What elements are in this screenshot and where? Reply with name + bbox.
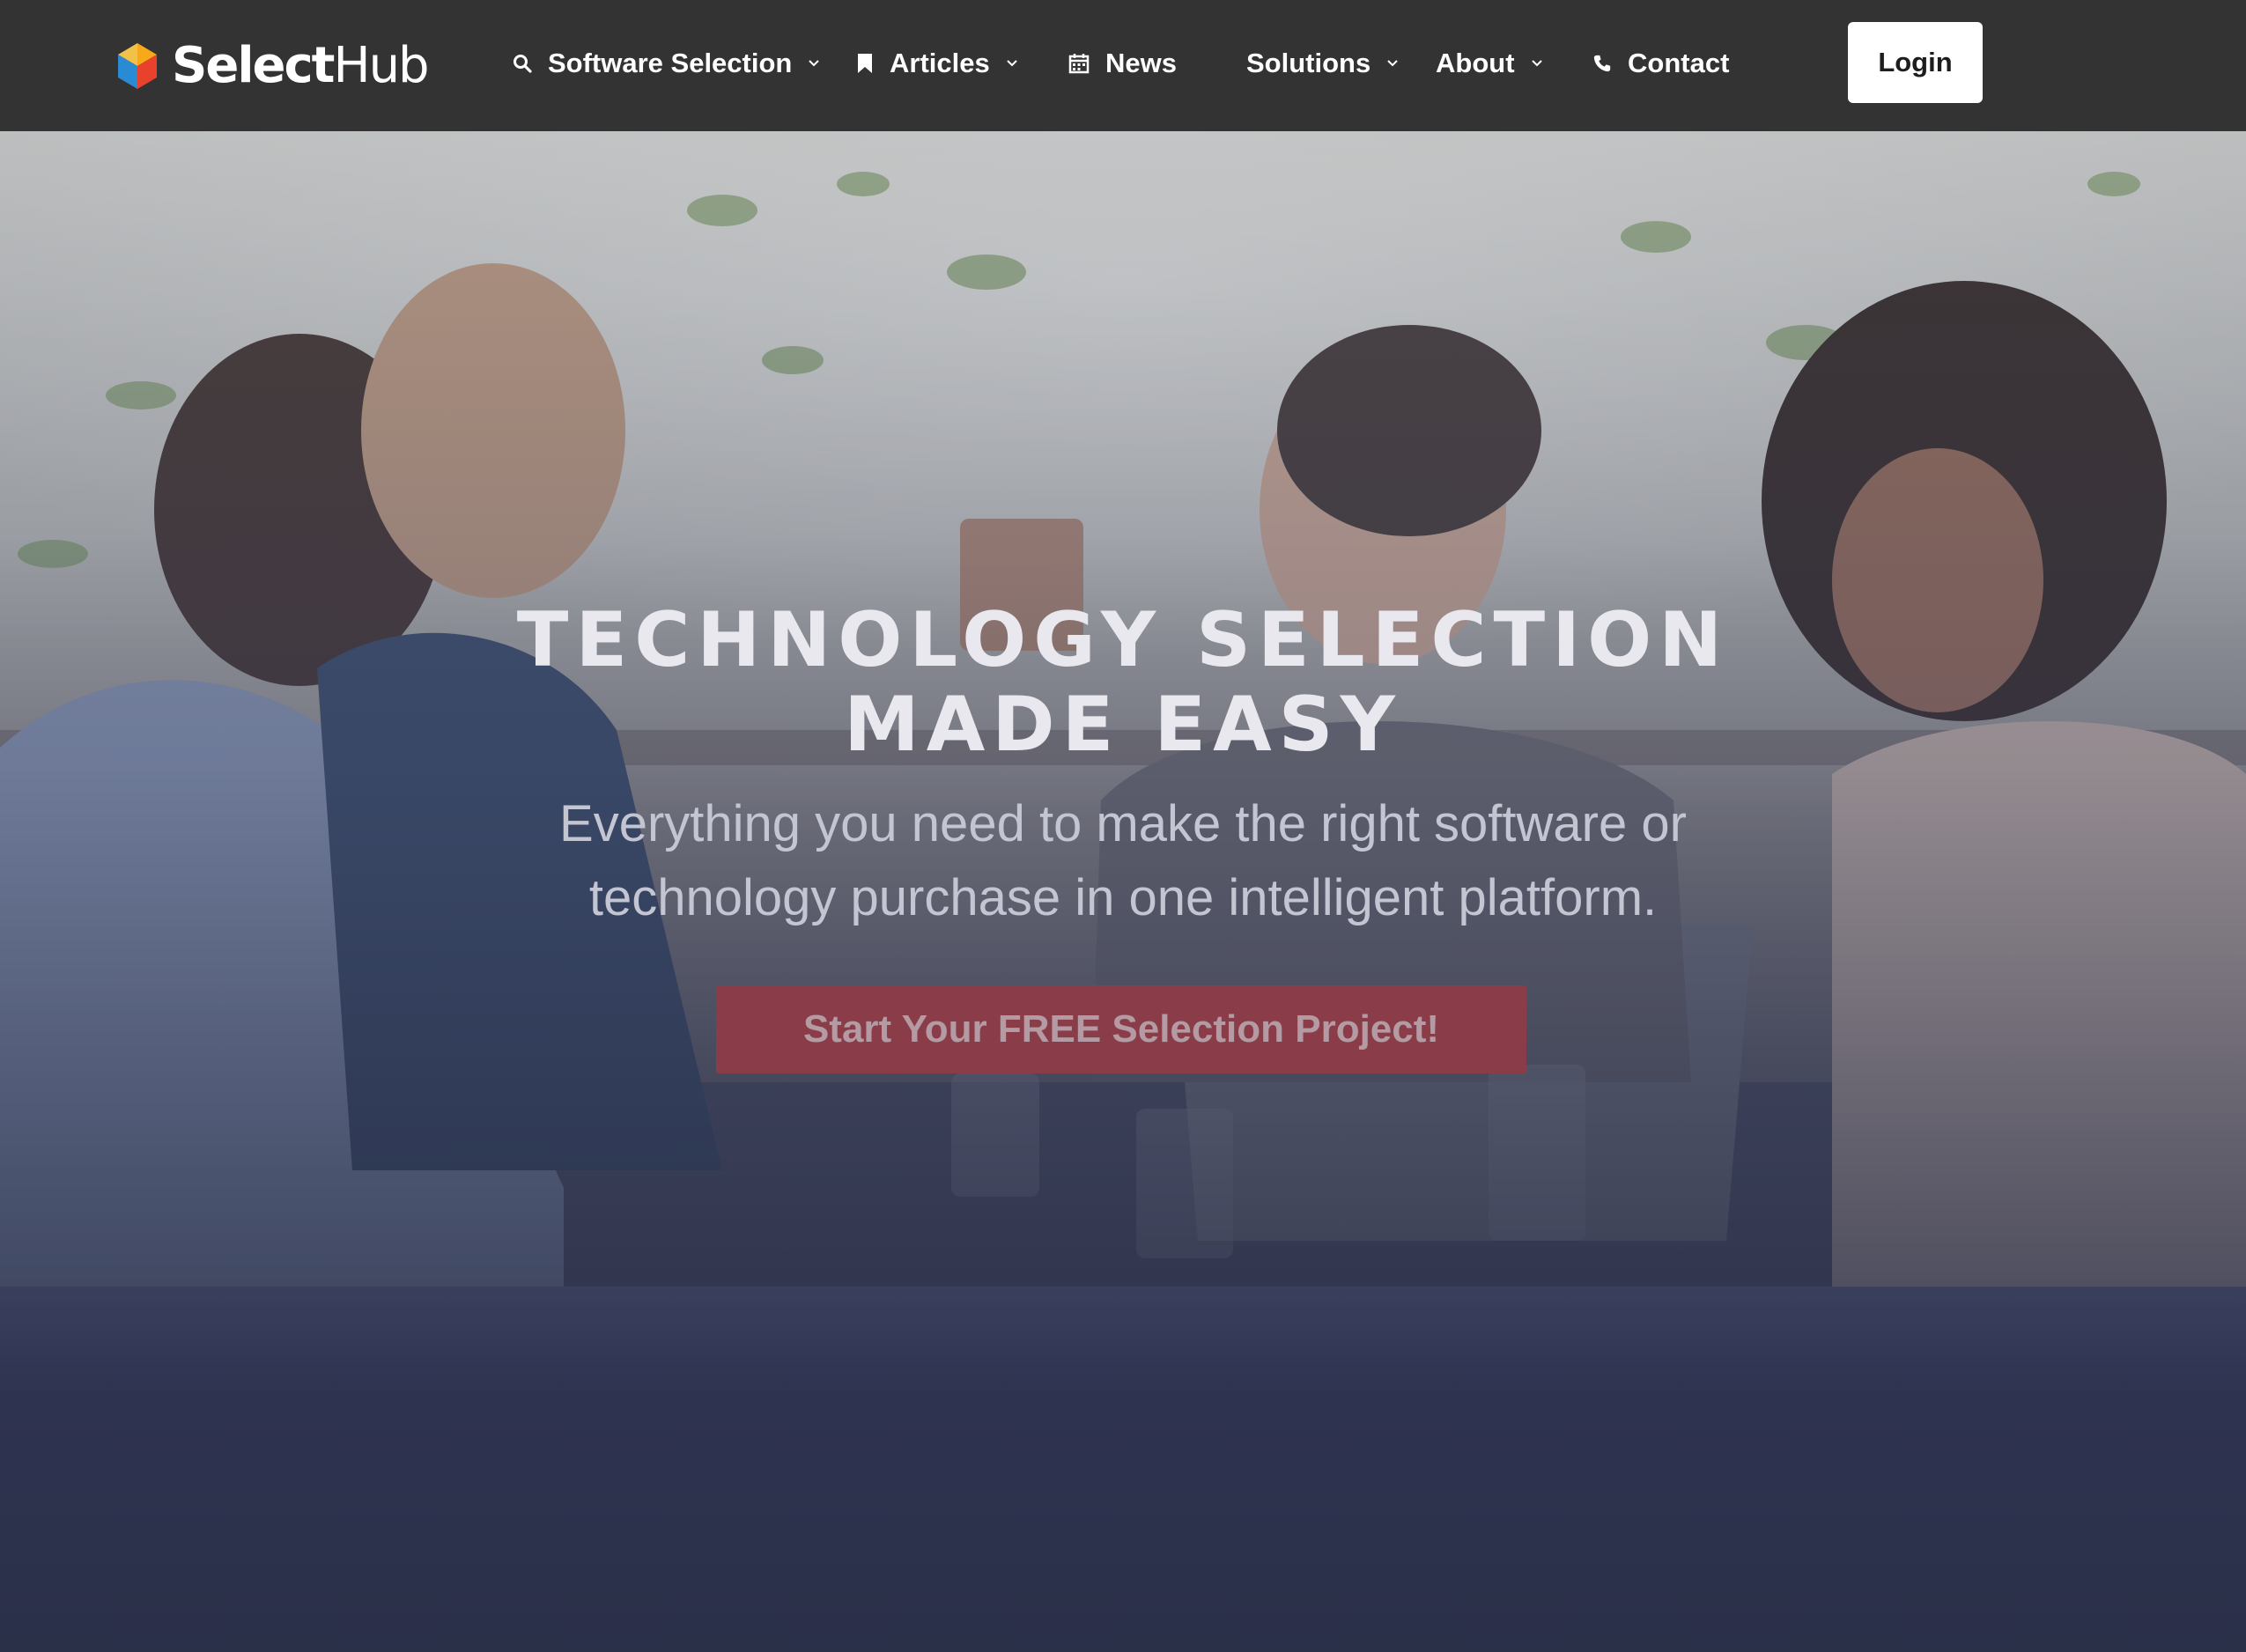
nav-articles[interactable]: Articles: [856, 42, 1018, 85]
nav-solutions[interactable]: Solutions: [1246, 42, 1399, 85]
nav-contact[interactable]: Contact: [1592, 42, 1729, 85]
hero-title: TECHNOLOGY SELECTION MADE EASY: [0, 598, 2246, 767]
chevron-down-icon: [809, 60, 820, 67]
selecthub-hexagon-icon: [118, 43, 157, 89]
calendar-icon: [1068, 54, 1090, 74]
hero-subtitle: Everything you need to make the right so…: [528, 787, 1718, 935]
content-section-background: [0, 1287, 2246, 1652]
nav-news[interactable]: News: [1068, 42, 1177, 85]
nav-contact-label: Contact: [1628, 48, 1730, 78]
login-button[interactable]: Login: [1848, 22, 1983, 103]
chevron-down-icon: [1531, 60, 1542, 67]
start-free-selection-project-button[interactable]: Start Your FREE Selection Project!: [716, 985, 1526, 1073]
nav-software-selection-label: Software Selection: [548, 48, 793, 78]
nav-articles-label: Articles: [890, 48, 990, 78]
nav-about-label: About: [1436, 48, 1515, 78]
hero-title-line-2: MADE EASY: [844, 681, 1402, 769]
hero-section: TECHNOLOGY SELECTION MADE EASY Everythin…: [0, 131, 2246, 1287]
search-icon: [513, 55, 532, 73]
bookmark-icon: [858, 54, 872, 73]
chevron-down-icon: [1007, 60, 1017, 67]
chevron-down-icon: [1387, 60, 1398, 67]
nav-about[interactable]: About: [1436, 42, 1543, 85]
hero-subtitle-line-2: technology purchase in one intelligent p…: [588, 869, 1658, 926]
phone-icon: [1593, 55, 1611, 72]
nav-software-selection[interactable]: Software Selection: [513, 42, 820, 85]
logo-wordmark: SelectHub: [172, 37, 430, 94]
hero-title-line-1: TECHNOLOGY SELECTION: [516, 596, 1730, 684]
nav-news-label: News: [1105, 48, 1177, 78]
hero-subtitle-line-1: Everything you need to make the right so…: [559, 795, 1687, 852]
top-navbar: SelectHub Software Selection Articles Ne…: [0, 0, 2246, 131]
nav-solutions-label: Solutions: [1246, 48, 1371, 78]
selecthub-logo[interactable]: SelectHub: [115, 37, 430, 94]
